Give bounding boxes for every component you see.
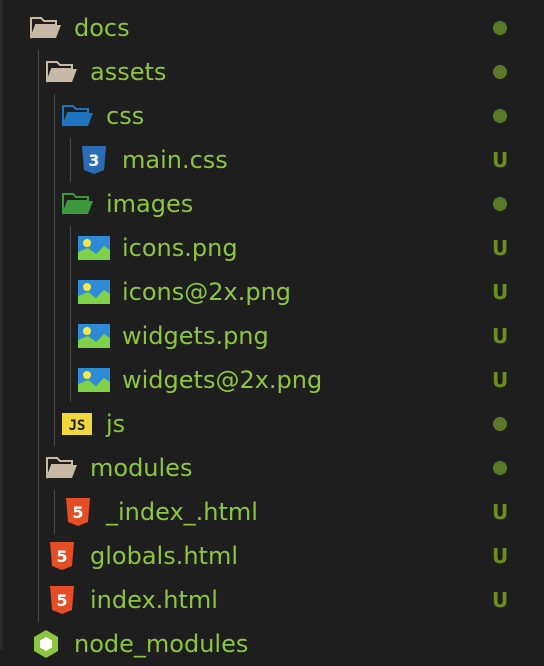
tree-item-label: widgets@2x.png: [122, 366, 323, 394]
tree-item-label: globals.html: [90, 542, 238, 570]
tree-item-label: _index_.html: [106, 498, 258, 526]
folder-open-icon: [30, 14, 62, 42]
modified-dot-indicator: [492, 62, 508, 82]
tree-item[interactable]: widgets@2x.png U: [0, 358, 544, 402]
tree-item[interactable]: modules: [0, 446, 544, 490]
folder-open-icon: [46, 454, 78, 482]
tree-item[interactable]: assets: [0, 50, 544, 94]
tree-item-label: icons@2x.png: [122, 278, 292, 306]
svg-text:JS: JS: [69, 418, 86, 434]
git-status-badge: U: [492, 324, 509, 348]
tree-item-label: main.css: [122, 146, 228, 174]
indent-guide: [54, 94, 55, 446]
tree-item[interactable]: css: [0, 94, 544, 138]
folder-blue-icon: [62, 102, 94, 130]
git-status-badge: U: [492, 148, 509, 172]
git-status-badge: U: [492, 588, 509, 612]
modified-dot-indicator: [492, 18, 508, 38]
tree-item[interactable]: JS js: [0, 402, 544, 446]
tree-item[interactable]: images: [0, 182, 544, 226]
svg-text:3: 3: [88, 151, 99, 170]
tree-item-label: js: [106, 410, 126, 438]
folder-open-icon: [46, 58, 78, 86]
html5-icon: 5: [46, 586, 78, 614]
nodejs-icon: [30, 630, 62, 658]
git-status-badge: U: [492, 368, 509, 392]
tree-item-label: assets: [90, 58, 167, 86]
tree-item[interactable]: docs: [0, 6, 544, 50]
file-explorer-tree: docs assets css 3 main.css U images icons.…: [0, 0, 544, 658]
git-status-badge: U: [492, 500, 509, 524]
tree-item-label: modules: [90, 454, 193, 482]
git-status-badge: U: [492, 544, 509, 568]
git-status-badge: U: [492, 236, 509, 260]
tree-item-label: docs: [74, 14, 130, 42]
tree-item[interactable]: 5 index.html U: [0, 578, 544, 622]
svg-text:5: 5: [56, 591, 67, 610]
svg-text:5: 5: [72, 503, 83, 522]
tree-item-label: node_modules: [74, 630, 249, 658]
indent-guide: [70, 138, 71, 182]
indent-guide: [70, 226, 71, 402]
tree-item-label: icons.png: [122, 234, 238, 262]
tree-item-label: index.html: [90, 586, 218, 614]
html5-icon: 5: [46, 542, 78, 570]
tree-item[interactable]: 5 globals.html U: [0, 534, 544, 578]
modified-dot-indicator: [492, 106, 508, 126]
svg-text:5: 5: [56, 547, 67, 566]
tree-item[interactable]: node_modules: [0, 622, 544, 666]
modified-dot-indicator: [492, 458, 508, 478]
modified-dot-indicator: [492, 414, 508, 434]
tree-item[interactable]: 5 _index_.html U: [0, 490, 544, 534]
modified-dot-indicator: [492, 194, 508, 214]
image-icon: [78, 234, 110, 262]
html5-icon: 5: [62, 498, 94, 526]
tree-item[interactable]: icons.png U: [0, 226, 544, 270]
tree-item-label: css: [106, 102, 145, 130]
indent-guide: [38, 50, 39, 622]
tree-item[interactable]: widgets.png U: [0, 314, 544, 358]
tree-item-label: widgets.png: [122, 322, 269, 350]
image-icon: [78, 322, 110, 350]
image-icon: [78, 278, 110, 306]
tree-item[interactable]: icons@2x.png U: [0, 270, 544, 314]
tree-item[interactable]: 3 main.css U: [0, 138, 544, 182]
folder-green-icon: [62, 190, 94, 218]
js-icon: JS: [62, 410, 94, 438]
css3-icon: 3: [78, 146, 110, 174]
tree-item-label: images: [106, 190, 194, 218]
git-status-badge: U: [492, 280, 509, 304]
image-icon: [78, 366, 110, 394]
indent-guide: [54, 490, 55, 534]
